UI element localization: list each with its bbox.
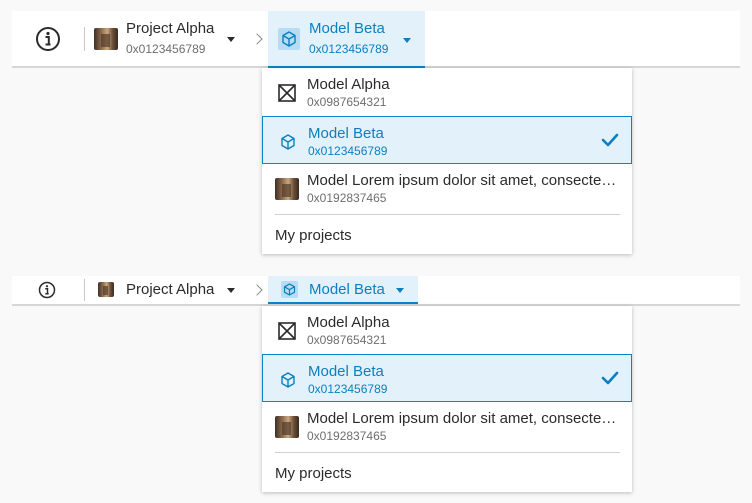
checkmark-icon [601,133,619,147]
menu-item-model-alpha[interactable]: Model Alpha 0x0987654321 [262,306,632,354]
model-name: Model Beta [309,281,385,298]
cube-icon [277,27,301,51]
menu-item-name: Model Lorem ipsum dolor sit amet, consec… [307,172,619,189]
menu-item-name: Model Alpha [307,314,390,331]
menu-item-model-lorem[interactable]: Model Lorem ipsum dolor sit amet, consec… [262,164,632,212]
project-id: 0x0123456789 [126,42,206,56]
my-projects-link[interactable]: My projects [275,227,352,244]
chevron-down-icon [227,37,235,42]
menu-divider [275,452,620,453]
menu-item-model-beta[interactable]: Model Beta 0x0123456789 [262,116,632,164]
model-crumb-active[interactable]: Model Beta 0x0123456789 [268,11,425,68]
cube-icon [276,130,300,154]
menu-divider [275,214,620,215]
info-button[interactable] [38,281,56,299]
model-thumbnail [275,178,299,200]
project-thumbnail [94,28,118,50]
menu-item-model-alpha[interactable]: Model Alpha 0x0987654321 [262,68,632,116]
menu-item-id: 0x0192837465 [307,191,387,205]
menu-item-name: Model Beta [308,363,384,380]
menu-item-id: 0x0192837465 [307,429,387,443]
chevron-down-icon [396,288,404,293]
model-crumb-active[interactable]: Model Beta [268,276,418,304]
project-crumb[interactable]: Project Alpha 0x0123456789 [92,17,242,61]
project-name: Project Alpha [126,281,215,298]
project-crumb[interactable]: Project Alpha [92,276,242,304]
chevron-right-icon [251,33,263,45]
breadcrumb-bar-large: Project Alpha 0x0123456789 Model Beta 0x… [12,11,740,68]
menu-item-id: 0x0987654321 [307,95,387,109]
model-dropdown-menu: Model Alpha 0x0987654321 Model Beta 0x01… [262,306,632,492]
info-button[interactable] [34,25,62,53]
no-image-icon [275,81,299,105]
no-image-icon [275,319,299,343]
divider [84,279,85,301]
menu-item-name: Model Alpha [307,76,390,93]
model-dropdown-menu: Model Alpha 0x0987654321 Model Beta 0x01… [262,68,632,254]
my-projects-link[interactable]: My projects [275,465,352,482]
project-thumbnail [98,282,114,297]
menu-item-name: Model Beta [308,125,384,142]
menu-item-model-beta[interactable]: Model Beta 0x0123456789 [262,354,632,402]
model-thumbnail [275,416,299,438]
menu-item-id: 0x0123456789 [308,144,388,158]
model-id: 0x0123456789 [309,42,389,56]
menu-item-model-lorem[interactable]: Model Lorem ipsum dolor sit amet, consec… [262,402,632,450]
model-name: Model Beta [309,20,385,37]
menu-item-id: 0x0987654321 [307,333,387,347]
chevron-down-icon [403,38,411,43]
info-icon [38,281,56,299]
info-icon [36,27,60,51]
breadcrumb-bar-compact: Project Alpha Model Beta [12,276,740,306]
divider [84,27,85,51]
project-name: Project Alpha [126,20,215,37]
chevron-right-icon [251,284,263,296]
cube-icon [276,368,300,392]
menu-item-id: 0x0123456789 [308,382,388,396]
checkmark-icon [601,371,619,385]
cube-icon [281,281,298,298]
chevron-down-icon [227,288,235,293]
menu-item-name: Model Lorem ipsum dolor sit amet, consec… [307,410,619,427]
